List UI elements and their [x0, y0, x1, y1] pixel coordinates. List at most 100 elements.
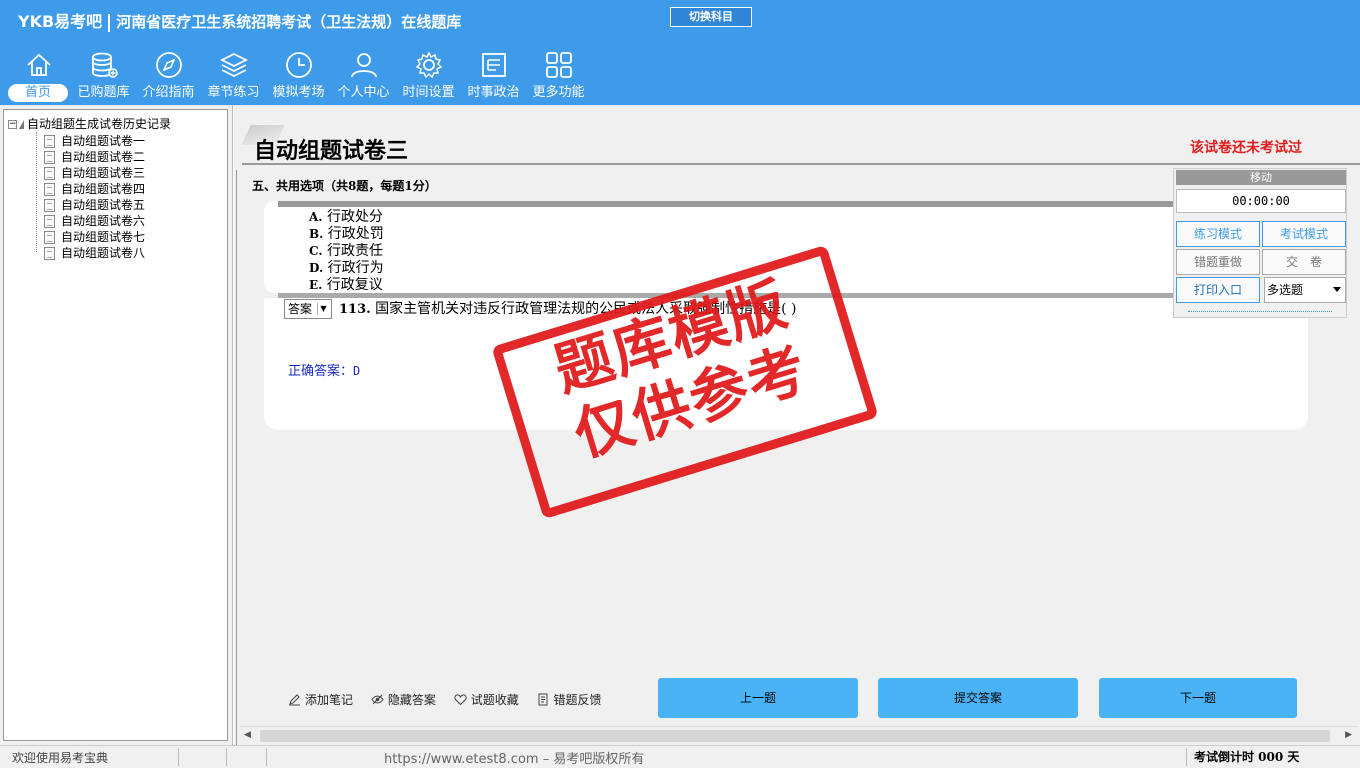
tree-item[interactable]: 自动组题试卷六	[44, 212, 145, 228]
option-key: E.	[309, 278, 323, 292]
redo-wrong-button[interactable]: 错题重做	[1176, 249, 1260, 275]
chevron-down-icon: ▼	[317, 303, 329, 315]
tree-item[interactable]: 自动组题试卷七	[44, 228, 145, 244]
layers-icon	[219, 52, 249, 78]
document-icon	[44, 135, 55, 148]
folder-arrow-icon	[19, 120, 24, 129]
option-key: C.	[309, 244, 323, 258]
tree-item[interactable]: 自动组题试卷四	[44, 180, 145, 196]
header: YKB易考吧 河南省医疗卫生系统招聘考试（卫生法规）在线题库 切换科目 首页 已购…	[0, 0, 1360, 105]
status-divider	[178, 748, 179, 766]
document-icon	[44, 199, 55, 212]
nav-label: 更多功能	[532, 85, 585, 100]
tool-label: 错题反馈	[553, 693, 602, 707]
document-icon	[44, 247, 55, 260]
news-icon	[482, 53, 506, 77]
submit-answer-button[interactable]: 提交答案	[878, 678, 1078, 718]
next-question-button[interactable]: 下一题	[1099, 678, 1297, 718]
grid-icon	[546, 52, 572, 78]
collapse-toggle-icon[interactable]: −	[8, 120, 17, 129]
option-key: A.	[309, 210, 323, 224]
exam-timer: 00:00:00	[1176, 189, 1346, 213]
scrollbar-thumb[interactable]	[260, 730, 1330, 742]
hide-answer-button[interactable]: 隐藏答案	[371, 691, 436, 708]
tree-item-selected[interactable]: 自动组题试卷三	[44, 164, 145, 180]
nav-current-affairs[interactable]: 时事政治	[461, 48, 526, 104]
nav-home[interactable]: 首页	[6, 48, 71, 104]
tree-item[interactable]: 自动组题试卷八	[44, 244, 145, 260]
tree-item[interactable]: 自动组题试卷一	[44, 132, 145, 148]
options-top-bar	[278, 201, 1184, 207]
correct-answer-label: 正确答案：	[288, 364, 354, 379]
status-bar: 欢迎使用易考宝典 https://www.etest8.com – 易考吧版权所…	[0, 745, 1360, 768]
correct-answer: 正确答案：D	[288, 360, 360, 379]
practice-mode-button[interactable]: 练习模式	[1176, 221, 1260, 247]
question-type-value: 多选题	[1267, 283, 1304, 297]
nav-label: 个人中心	[337, 85, 390, 100]
nav-label: 首页	[8, 84, 68, 102]
exam-mode-button[interactable]: 考试模式	[1262, 221, 1346, 247]
nav-mock-exam[interactable]: 模拟考场	[266, 48, 331, 104]
option-e: E. 行政复议	[309, 274, 383, 294]
nav-profile[interactable]: 个人中心	[331, 48, 396, 104]
nav-label: 时事政治	[467, 85, 520, 100]
copyright-url: https://www.etest8.com – 易考吧版权所有	[384, 752, 645, 767]
document-icon	[44, 167, 55, 180]
nav-chapter[interactable]: 章节练习	[201, 48, 266, 104]
pencil-icon	[289, 694, 300, 706]
exam-countdown: 考试倒计时 000 天	[1194, 750, 1300, 764]
panel-scrollbar[interactable]	[1188, 311, 1332, 312]
tree-item-label: 自动组题试卷三	[61, 166, 146, 180]
tree-item-label: 自动组题试卷五	[61, 198, 146, 212]
clock-icon	[286, 52, 312, 78]
app-window: YKB易考吧 河南省医疗卫生系统招聘考试（卫生法规）在线题库 切换科目 首页 已购…	[0, 0, 1360, 768]
option-key: D.	[309, 261, 324, 275]
document-icon	[44, 231, 55, 244]
scroll-right-icon[interactable]: ▶	[1345, 730, 1352, 740]
scroll-left-icon[interactable]: ◀	[244, 730, 251, 740]
prev-question-button[interactable]: 上一题	[658, 678, 858, 718]
tree-item[interactable]: 自动组题试卷五	[44, 196, 145, 212]
nav-label: 模拟考场	[272, 85, 325, 100]
nav-label: 时间设置	[402, 85, 455, 100]
document-icon	[44, 183, 55, 196]
chevron-down-icon	[1333, 287, 1341, 292]
logo: YKB易考吧	[18, 12, 103, 31]
answer-select[interactable]: 答案 ▼	[284, 299, 332, 319]
nav-guide[interactable]: 介绍指南	[136, 48, 201, 104]
switch-subject-button[interactable]: 切换科目	[670, 7, 752, 27]
nav-more[interactable]: 更多功能	[526, 48, 591, 104]
print-button[interactable]: 打印入口	[1176, 277, 1260, 303]
status-divider	[266, 748, 267, 766]
add-note-button[interactable]: 添加笔记	[288, 691, 353, 708]
favorite-button[interactable]: 试题收藏	[454, 691, 519, 708]
tree-item-label: 自动组题试卷二	[61, 150, 146, 164]
panel-drag-handle[interactable]: 移动	[1176, 170, 1346, 185]
horizontal-scrollbar[interactable]: ◀ ▶	[240, 726, 1358, 744]
tree-item[interactable]: 自动组题试卷二	[44, 148, 145, 164]
tree-root[interactable]: − 自动组题生成试卷历史记录	[8, 115, 171, 132]
paper-history-tree[interactable]: − 自动组题生成试卷历史记录 自动组题试卷一 自动组题试卷二 自动组题试卷三 自动…	[3, 109, 228, 741]
submit-paper-button[interactable]: 交 卷	[1262, 249, 1346, 275]
report-error-button[interactable]: 错题反馈	[537, 691, 602, 708]
nav-label: 章节练习	[207, 85, 260, 100]
tree-item-label: 自动组题试卷六	[61, 214, 146, 228]
nav-purchased[interactable]: 已购题库	[71, 48, 136, 104]
nav-time-settings[interactable]: 时间设置	[396, 48, 461, 104]
tool-label: 试题收藏	[470, 693, 519, 707]
document-icon	[44, 215, 55, 228]
divider	[242, 163, 1360, 165]
tree-item-label: 自动组题试卷一	[61, 134, 146, 148]
document-icon	[44, 151, 55, 164]
question-number: 113.	[339, 302, 371, 317]
status-divider	[1186, 748, 1187, 766]
compass-icon	[156, 52, 182, 78]
tool-label: 隐藏答案	[387, 693, 436, 707]
divider	[108, 13, 111, 32]
database-icon	[92, 52, 118, 78]
status-divider	[226, 748, 227, 766]
question-type-select[interactable]: 多选题	[1264, 277, 1346, 303]
tree-item-label: 自动组题试卷七	[61, 230, 146, 244]
answer-select-value: 答案	[288, 302, 313, 316]
section-heading: 五、共用选项（共8题，每题1分）	[252, 179, 437, 193]
